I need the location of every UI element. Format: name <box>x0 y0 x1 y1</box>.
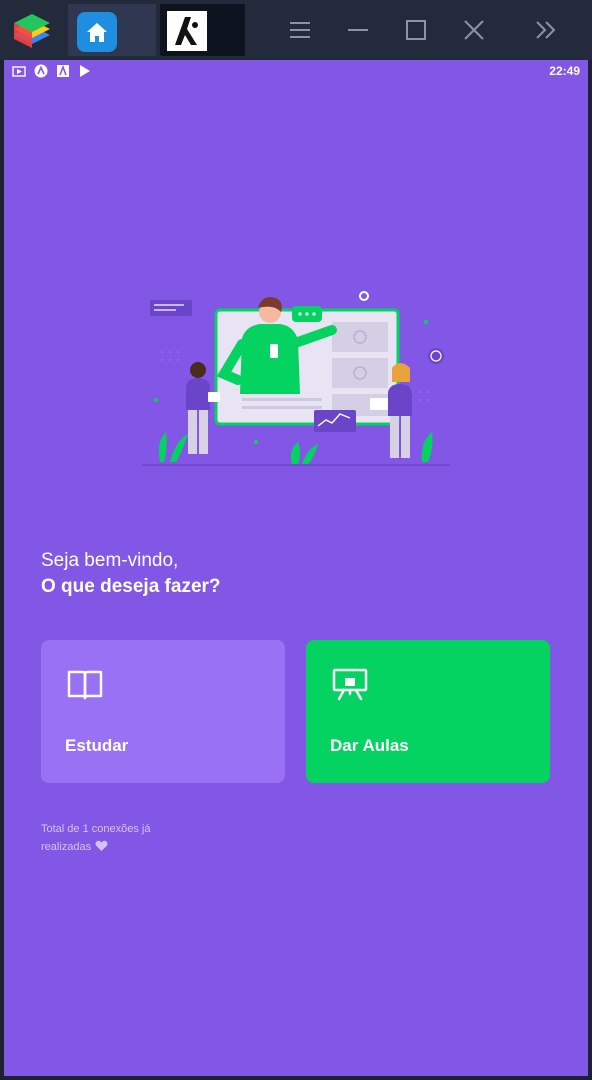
welcome-line-2: O que deseja fazer? <box>41 576 221 597</box>
teach-button[interactable]: Dar Aulas <box>306 640 550 783</box>
emulator-window: 22:49 Seja bem-vindo, O que deseja fazer… <box>0 0 592 1080</box>
study-button-label: Estudar <box>65 736 129 755</box>
android-a-icon <box>34 64 48 78</box>
tab-app[interactable] <box>160 4 245 56</box>
maximize-icon[interactable] <box>398 12 434 48</box>
presentation-icon <box>332 668 368 701</box>
play-store-icon <box>80 65 90 77</box>
book-icon <box>67 670 103 700</box>
bluestacks-logo[interactable] <box>10 11 54 51</box>
landing-illustration <box>142 291 450 466</box>
welcome-line-1: Seja bem-vindo, <box>41 550 179 571</box>
total-connections: Total de 1 conexões já realizadas <box>41 820 201 856</box>
menu-icon[interactable] <box>282 12 318 48</box>
minimize-icon[interactable] <box>340 12 376 48</box>
study-button[interactable]: Estudar <box>41 640 285 783</box>
home-tab-icon <box>77 12 117 52</box>
status-time: 22:49 <box>549 64 580 78</box>
teach-button-label: Dar Aulas <box>330 736 409 755</box>
tab-home[interactable] <box>68 4 156 56</box>
emulator-titlebar <box>0 0 592 60</box>
heart-icon <box>95 840 108 851</box>
app-screen: 22:49 Seja bem-vindo, O que deseja fazer… <box>4 60 588 1076</box>
close-icon[interactable] <box>456 12 492 48</box>
android-status-bar: 22:49 <box>4 60 588 84</box>
welcome-text: Seja bem-vindo, O que deseja fazer? <box>41 548 221 600</box>
tv-icon <box>12 66 26 77</box>
expand-sidebar-icon[interactable] <box>528 12 564 48</box>
app-tab-icon <box>167 11 207 51</box>
font-a-icon <box>57 64 69 77</box>
